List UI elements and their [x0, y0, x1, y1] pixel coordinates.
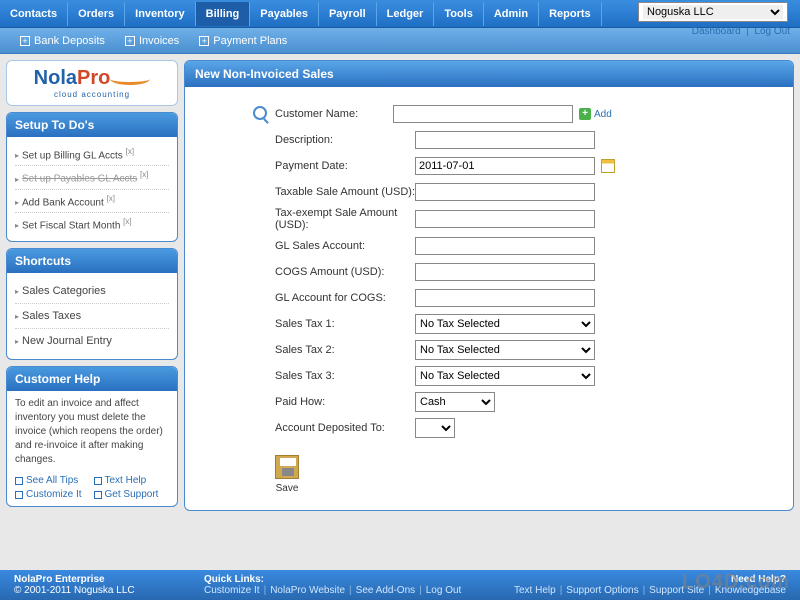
- plus-box-icon: +: [199, 36, 209, 46]
- nav-tab-orders[interactable]: Orders: [68, 2, 125, 26]
- nav-tab-inventory[interactable]: Inventory: [125, 2, 196, 26]
- desc-label: Description:: [275, 134, 415, 146]
- add-customer-button[interactable]: +Add: [579, 108, 612, 120]
- logout-link[interactable]: Log Out: [754, 26, 790, 37]
- help-panel: Customer Help To edit an invoice and aff…: [6, 366, 178, 507]
- shortcuts-panel: Shortcuts ▸Sales Categories▸Sales Taxes▸…: [6, 248, 178, 360]
- todo-item[interactable]: ▸Set up Payables GL Accts [x]: [15, 166, 169, 189]
- customer-label: Customer Name:: [275, 108, 393, 120]
- form-title: New Non-Invoiced Sales: [185, 61, 793, 87]
- gl-sales-label: GL Sales Account:: [275, 240, 415, 252]
- nav-tab-admin[interactable]: Admin: [484, 2, 539, 26]
- nav-tab-tools[interactable]: Tools: [434, 2, 484, 26]
- subnav-payment-plans[interactable]: +Payment Plans: [199, 35, 287, 47]
- gl-cogs-input[interactable]: [415, 289, 595, 307]
- shortcut-item[interactable]: ▸New Journal Entry: [15, 329, 169, 353]
- todo-item[interactable]: ▸Set up Billing GL Accts [x]: [15, 143, 169, 166]
- footer-product: NolaPro Enterprise: [14, 574, 204, 585]
- help-text: To edit an invoice and affect inventory …: [15, 397, 169, 467]
- shortcuts-title: Shortcuts: [7, 249, 177, 273]
- tax3-select[interactable]: No Tax Selected: [415, 366, 595, 386]
- save-icon: [275, 455, 299, 479]
- nav-tab-reports[interactable]: Reports: [539, 2, 602, 26]
- deposit-select[interactable]: [415, 418, 455, 438]
- help-link[interactable]: Text Help: [94, 475, 170, 486]
- plus-icon: +: [579, 108, 591, 120]
- paid-label: Paid How:: [275, 396, 415, 408]
- todo-panel: Setup To Do's ▸Set up Billing GL Accts […: [6, 112, 178, 242]
- shortcut-item[interactable]: ▸Sales Taxes: [15, 304, 169, 329]
- nav-tab-billing[interactable]: Billing: [196, 2, 251, 26]
- footer-quick-title: Quick Links:: [204, 574, 514, 585]
- help-title: Customer Help: [7, 367, 177, 391]
- footer-link[interactable]: Support Options: [566, 585, 638, 596]
- footer: NolaPro Enterprise © 2001-2011 Noguska L…: [0, 570, 800, 600]
- plus-box-icon: +: [20, 36, 30, 46]
- subnav-invoices[interactable]: +Invoices: [125, 35, 179, 47]
- tax1-select[interactable]: No Tax Selected: [415, 314, 595, 334]
- calendar-icon[interactable]: [601, 159, 615, 173]
- date-label: Payment Date:: [275, 160, 415, 172]
- save-button[interactable]: Save: [275, 455, 299, 494]
- tax1-label: Sales Tax 1:: [275, 318, 415, 330]
- exempt-input[interactable]: [415, 210, 595, 228]
- gl-sales-input[interactable]: [415, 237, 595, 255]
- tax2-select[interactable]: No Tax Selected: [415, 340, 595, 360]
- todo-item[interactable]: ▸Set Fiscal Start Month [x]: [15, 213, 169, 235]
- gl-cogs-label: GL Account for COGS:: [275, 292, 415, 304]
- footer-link[interactable]: Log Out: [426, 585, 462, 596]
- shortcut-item[interactable]: ▸Sales Categories: [15, 279, 169, 304]
- subnav-bank-deposits[interactable]: +Bank Deposits: [20, 35, 105, 47]
- customer-input[interactable]: [393, 105, 573, 123]
- sub-nav: +Bank Deposits +Invoices +Payment Plans: [0, 28, 800, 54]
- account-links: Dashboard | Log Out: [692, 26, 790, 37]
- help-link[interactable]: Customize It: [15, 489, 91, 500]
- taxable-label: Taxable Sale Amount (USD):: [275, 186, 415, 198]
- tax2-label: Sales Tax 2:: [275, 344, 415, 356]
- form-panel: New Non-Invoiced Sales Customer Name: +A…: [184, 60, 794, 511]
- dashboard-link[interactable]: Dashboard: [692, 26, 741, 37]
- company-selector[interactable]: Noguska LLC: [638, 2, 788, 22]
- taxable-input[interactable]: [415, 183, 595, 201]
- cogs-input[interactable]: [415, 263, 595, 281]
- paid-select[interactable]: Cash: [415, 392, 495, 412]
- footer-link[interactable]: Text Help: [514, 585, 556, 596]
- todo-title: Setup To Do's: [7, 113, 177, 137]
- cogs-label: COGS Amount (USD):: [275, 266, 415, 278]
- deposit-label: Account Deposited To:: [275, 422, 415, 434]
- nav-tab-contacts[interactable]: Contacts: [0, 2, 68, 26]
- company-select[interactable]: Noguska LLC: [643, 5, 783, 19]
- search-icon[interactable]: [253, 106, 269, 122]
- exempt-label: Tax-exempt Sale Amount (USD):: [275, 207, 415, 231]
- date-input[interactable]: [415, 157, 595, 175]
- help-link[interactable]: Get Support: [94, 489, 170, 500]
- tax3-label: Sales Tax 3:: [275, 370, 415, 382]
- nav-tab-payroll[interactable]: Payroll: [319, 2, 377, 26]
- footer-help-title: Need Help?: [514, 574, 786, 585]
- help-link[interactable]: See All Tips: [15, 475, 91, 486]
- footer-link[interactable]: Knowledgebase: [715, 585, 786, 596]
- nav-tab-payables[interactable]: Payables: [250, 2, 319, 26]
- footer-copyright: © 2001-2011 Noguska LLC: [14, 585, 204, 596]
- todo-item[interactable]: ▸Add Bank Account [x]: [15, 190, 169, 213]
- desc-input[interactable]: [415, 131, 595, 149]
- plus-box-icon: +: [125, 36, 135, 46]
- logo: NolaPro cloud accounting: [6, 60, 178, 106]
- footer-link[interactable]: See Add-Ons: [356, 585, 415, 596]
- footer-link[interactable]: Customize It: [204, 585, 260, 596]
- footer-link[interactable]: NolaPro Website: [270, 585, 345, 596]
- nav-tab-ledger[interactable]: Ledger: [377, 2, 435, 26]
- footer-link[interactable]: Support Site: [649, 585, 704, 596]
